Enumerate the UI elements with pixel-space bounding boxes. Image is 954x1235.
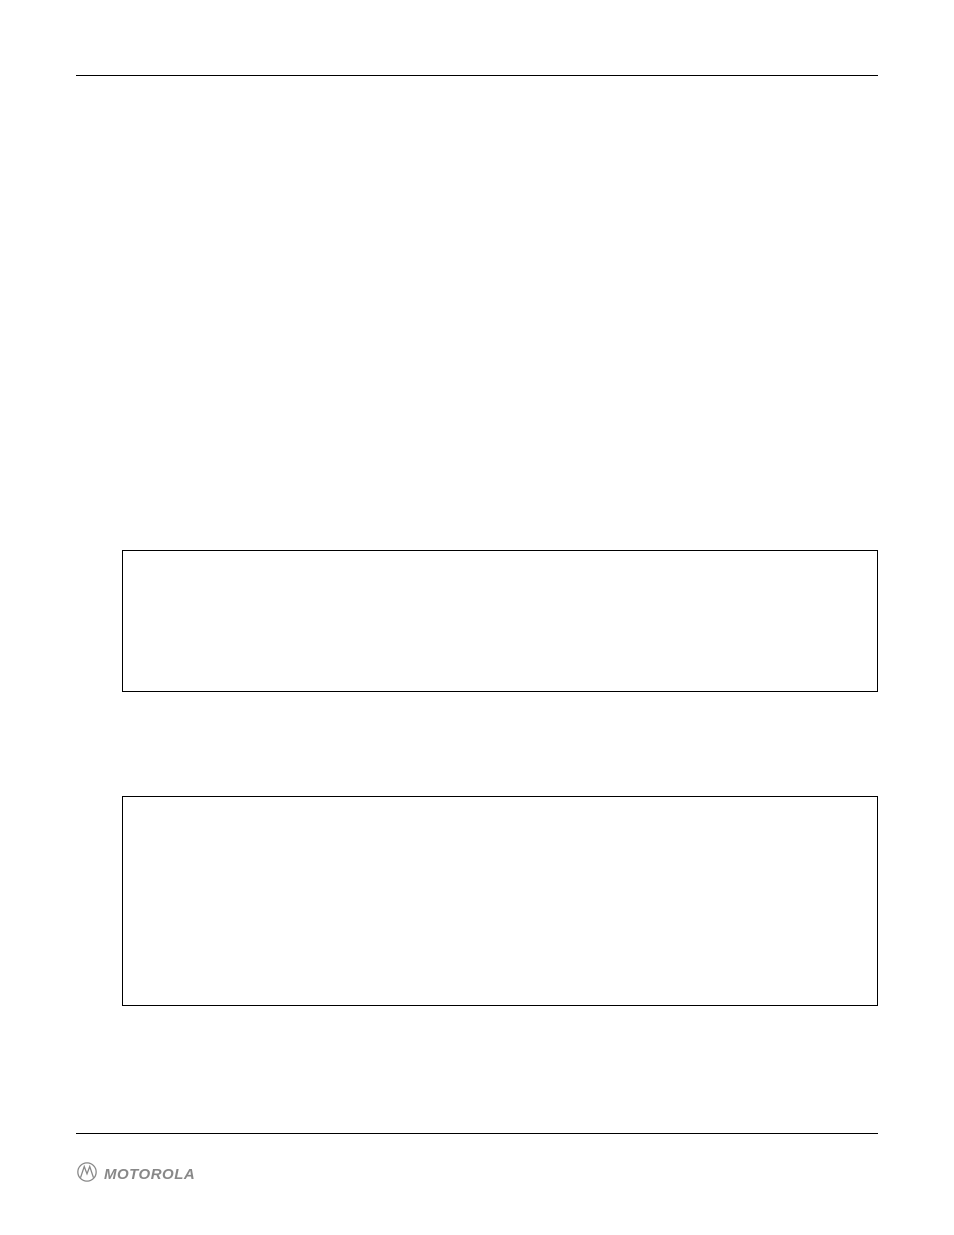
- brand-text: MOTOROLA: [104, 1166, 195, 1183]
- page: MOTOROLA: [0, 0, 954, 1235]
- code-box-2: [122, 796, 878, 1006]
- footer-brand: MOTOROLA: [76, 1160, 196, 1188]
- motorola-logo-icon: [76, 1161, 98, 1188]
- footer-rule: [76, 1133, 878, 1134]
- code-box-1: [122, 550, 878, 692]
- header-rule: [76, 75, 878, 76]
- content-area: [76, 86, 878, 1126]
